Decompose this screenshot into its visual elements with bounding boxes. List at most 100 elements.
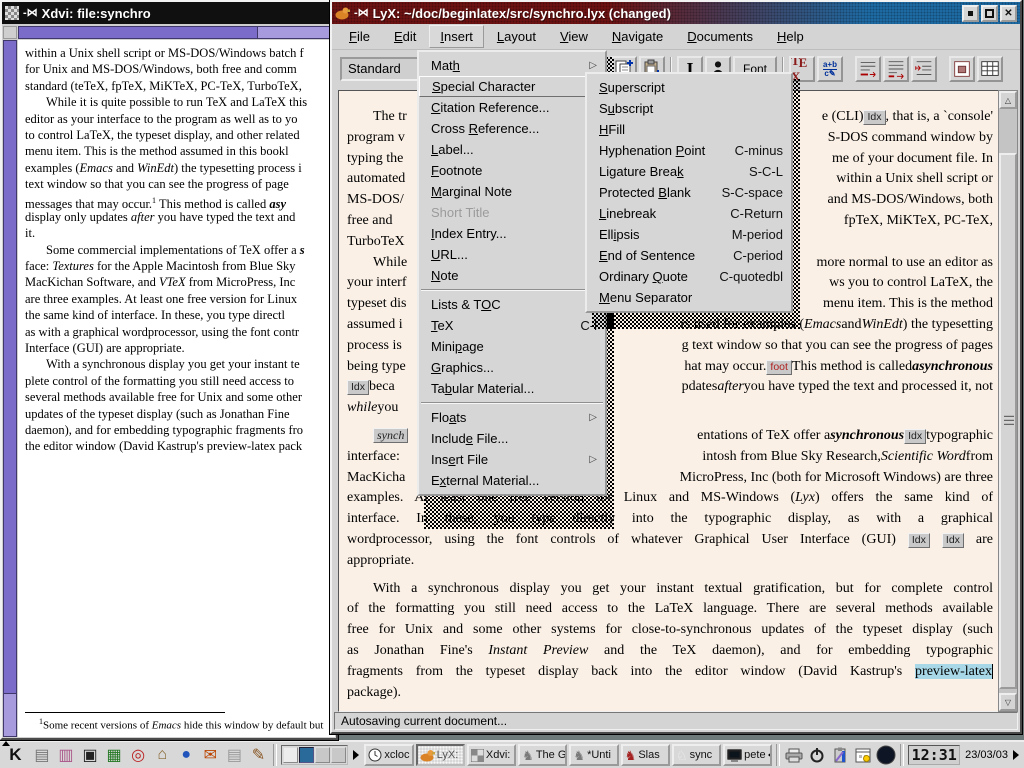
- xdvi-vertical-scrollbar[interactable]: [3, 40, 17, 737]
- pin-icon[interactable]: -⋈: [354, 8, 369, 19]
- task-button-sync[interactable]: ♘sync: [672, 744, 721, 766]
- menubar-item-documents[interactable]: Documents: [676, 25, 764, 48]
- scrollbar-thumb[interactable]: [999, 153, 1017, 689]
- menu-item-tex[interactable]: TeXC-l: [419, 315, 605, 336]
- menubar-item-navigate[interactable]: Navigate: [601, 25, 674, 48]
- menubar-item-file[interactable]: File: [338, 25, 381, 48]
- menu-item-url[interactable]: URL...: [419, 244, 605, 265]
- menu-item-ordinary-quote[interactable]: Ordinary QuoteC-quotedbl: [587, 266, 791, 287]
- menu-item-include-file[interactable]: Include File...: [419, 428, 605, 449]
- menu-item-graphics[interactable]: Graphics...: [419, 357, 605, 378]
- synch-inset[interactable]: synch: [373, 428, 408, 443]
- maximize-button[interactable]: [981, 5, 998, 22]
- task-button-xcloc[interactable]: xcloc: [364, 744, 413, 766]
- menu-item-end-of-sentence[interactable]: End of SentenceC-period: [587, 245, 791, 266]
- menu-item-note[interactable]: Note: [419, 265, 605, 286]
- menu-item-linebreak[interactable]: LinebreakC-Return: [587, 203, 791, 224]
- Idx-inset[interactable]: Idx: [347, 380, 369, 395]
- menu-item-protected-blank[interactable]: Protected BlankS-C-space: [587, 182, 791, 203]
- insert-footnote-button[interactable]: [855, 56, 881, 82]
- pin-icon[interactable]: -⋈: [23, 8, 38, 19]
- print-manager-tray-icon[interactable]: [784, 744, 804, 766]
- menu-item-label[interactable]: Label...: [419, 139, 605, 160]
- home-icon[interactable]: ⌂: [151, 744, 173, 767]
- organizer-tray-icon[interactable]: [853, 744, 873, 766]
- help-icon[interactable]: ◎: [127, 744, 149, 767]
- digital-clock[interactable]: 12:31: [908, 745, 960, 765]
- xdvi-hscroll-thumb[interactable]: [19, 27, 258, 38]
- menu-item-lists-toc[interactable]: Lists & TOC: [419, 294, 605, 315]
- task-button-theg[interactable]: ♞The G: [518, 744, 567, 766]
- lyx-vertical-scrollbar[interactable]: △ ▽: [998, 90, 1018, 712]
- xdvi-vscroll-thumb[interactable]: [4, 41, 16, 694]
- menu-item-insert-file[interactable]: Insert File▷: [419, 449, 605, 470]
- klipper-tray-icon[interactable]: [830, 744, 850, 766]
- editor-icon[interactable]: ✎: [247, 744, 269, 767]
- menu-item-superscript[interactable]: Superscript: [587, 77, 791, 98]
- konsole-icon[interactable]: ▣: [79, 744, 101, 767]
- menu-item-floats[interactable]: Floats▷: [419, 407, 605, 428]
- task-button-xdvi[interactable]: Xdvi:: [467, 744, 516, 766]
- Idx-inset[interactable]: Idx: [908, 533, 930, 548]
- insert-marginalnote-button[interactable]: [883, 56, 909, 82]
- moon-phase-tray-icon[interactable]: [876, 744, 896, 766]
- menubar-item-layout[interactable]: Layout: [486, 25, 547, 48]
- scroll-down-button[interactable]: ▽: [999, 693, 1017, 711]
- change-depth-button[interactable]: [911, 56, 937, 82]
- close-button[interactable]: ✕: [1000, 5, 1017, 22]
- Idx-inset[interactable]: Idx: [904, 429, 926, 444]
- task-button-pete[interactable]: pete: [723, 744, 772, 766]
- xdvi-horizontal-scrollbar[interactable]: [18, 26, 335, 39]
- task-button-slas[interactable]: ♞Slas: [621, 744, 670, 766]
- kmail-icon[interactable]: ✉: [199, 744, 221, 767]
- minimize-button[interactable]: [962, 5, 979, 22]
- menu-item-menu-separator[interactable]: Menu Separator: [587, 287, 791, 308]
- task-button-lyx[interactable]: LyX:: [416, 744, 465, 766]
- menubar-item-help[interactable]: Help: [766, 25, 815, 48]
- menu-item-index-entry[interactable]: Index Entry...: [419, 223, 605, 244]
- menu-item-cross-reference[interactable]: Cross Reference...: [419, 118, 605, 139]
- menu-item-citation-reference[interactable]: Citation Reference...: [419, 97, 605, 118]
- xdvi-text-line: several methods available free for Unix …: [18, 389, 335, 405]
- taskbar-expand-arrow[interactable]: [353, 750, 359, 760]
- history-icon[interactable]: ▤: [223, 744, 245, 767]
- menu-item-tabular-material[interactable]: Tabular Material...: [419, 378, 605, 399]
- menu-item-footnote[interactable]: Footnote: [419, 160, 605, 181]
- menu-item-hfill[interactable]: HFill: [587, 119, 791, 140]
- menubar-item-insert[interactable]: Insert: [429, 25, 484, 48]
- menu-item-minipage[interactable]: Minipage: [419, 336, 605, 357]
- Idx-inset[interactable]: Idx: [863, 110, 885, 125]
- insert-figure-button[interactable]: [949, 56, 975, 82]
- pager-desktop-3[interactable]: [315, 747, 330, 763]
- menubar-item-edit[interactable]: Edit: [383, 25, 427, 48]
- menu-item-ligature-break[interactable]: Ligature BreakS-C-L: [587, 161, 791, 182]
- menu-item-marginal-note[interactable]: Marginal Note: [419, 181, 605, 202]
- pager-desktop-4[interactable]: [331, 747, 346, 763]
- menu-item-short-title[interactable]: Short Title: [419, 202, 605, 223]
- xdvi-titlebar[interactable]: -⋈ Xdvi: file:synchro: [2, 2, 336, 24]
- k-menu-button[interactable]: K: [2, 743, 29, 767]
- menubar-item-view[interactable]: View: [549, 25, 599, 48]
- menu-item-hyphenation-point[interactable]: Hyphenation PointC-minus: [587, 140, 791, 161]
- window-list-icon[interactable]: ▤: [31, 744, 53, 767]
- menu-item-external-material[interactable]: External Material...: [419, 470, 605, 491]
- pager-desktop-2[interactable]: [299, 747, 314, 763]
- logout-tray-icon[interactable]: [807, 744, 827, 766]
- insert-table-button[interactable]: [977, 56, 1003, 82]
- konqueror-icon[interactable]: ●: [175, 744, 197, 767]
- scroll-up-button[interactable]: △: [999, 91, 1017, 109]
- foot-inset[interactable]: foot: [766, 360, 792, 375]
- menu-item-math[interactable]: Math▷: [419, 55, 605, 76]
- menu-item-ellipsis[interactable]: EllipsisM-period: [587, 224, 791, 245]
- task-button-unti[interactable]: ♞*Unti: [569, 744, 618, 766]
- panel-hide-arrow[interactable]: [1013, 750, 1019, 760]
- math-mode-button[interactable]: a+bc✎: [817, 56, 843, 82]
- pager-desktop-1[interactable]: [283, 747, 298, 763]
- kppp-icon[interactable]: ▦: [103, 744, 125, 767]
- menu-item-special-character[interactable]: Special Character▷: [419, 76, 605, 97]
- notes-icon[interactable]: ▥: [55, 744, 77, 767]
- date-display[interactable]: 23/03/03: [962, 749, 1011, 761]
- lyx-titlebar[interactable]: -⋈ LyX: ~/doc/beginlatex/src/synchro.lyx…: [332, 2, 1020, 24]
- menu-item-subscript[interactable]: Subscript: [587, 98, 791, 119]
- Idx-inset[interactable]: Idx: [942, 533, 964, 548]
